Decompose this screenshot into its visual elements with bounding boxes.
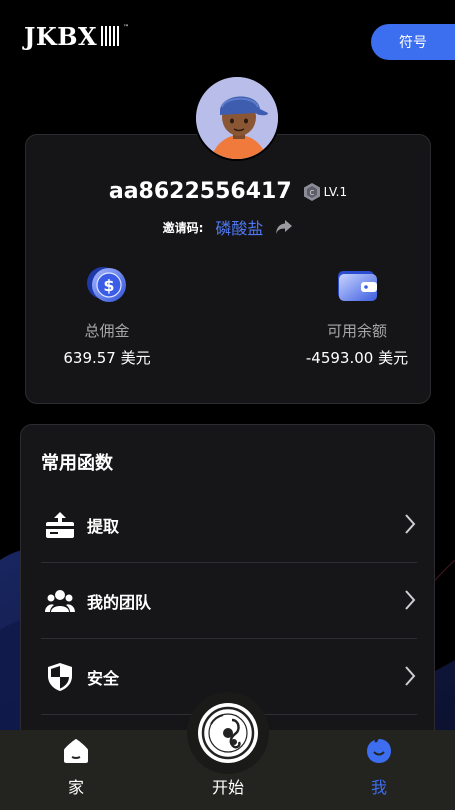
functions-title: 常用函数 [41,453,113,474]
start-label[interactable]: 开始 [187,774,269,798]
brand-logo: JKBX ™ [24,21,130,51]
chevron-right-icon [405,590,416,610]
username: aa8622556417 [108,179,292,204]
home-icon [64,739,88,763]
chevron-right-icon [405,666,416,686]
nav-me[interactable]: 我 [339,730,419,810]
commission-label: 总佣金 [84,322,130,340]
level-hexagon-icon: C [303,182,320,201]
balance-value: -4593.00 美元 [305,349,409,367]
share-icon[interactable] [275,219,293,235]
available-balance: 可用余额 -4593.00 美元 [282,263,432,368]
shield-icon [48,662,72,691]
level-badge: C LV.1 [303,182,348,201]
level-text: LV.1 [323,184,348,199]
withdraw-icon [46,511,74,538]
logo-text: JKBX [24,21,98,51]
symbol-button[interactable]: 符号 [371,24,455,60]
logo-bars-icon [101,26,120,46]
balance-label: 可用余额 [326,322,387,340]
team-icon [45,589,75,612]
profile-face-icon [367,739,391,763]
menu-item-my-team[interactable]: 我的团队 [41,563,417,639]
invite-code[interactable]: 磷酸盐 [215,215,263,239]
nav-me-label: 我 [370,778,387,797]
nav-home-label: 家 [67,778,84,797]
profile-card: aa8622556417 C LV.1 邀请码: 磷酸盐 $ 总佣金 639.5… [25,134,431,404]
wallet-icon [338,271,377,301]
avatar[interactable] [194,75,280,161]
menu-item-label: 安全 [87,668,120,688]
svg-text:C: C [309,189,314,197]
chevron-right-icon [405,514,416,534]
svg-text:$: $ [103,276,114,295]
avatar-illustration-icon [196,77,278,159]
dollar-coin-icon: $ [87,267,126,302]
disc-music-icon [198,703,258,763]
logo-trademark: ™ [123,24,130,31]
nav-home[interactable]: 家 [36,730,116,810]
invite-label: 邀请码: [162,220,204,235]
start-button[interactable] [187,692,269,774]
menu-item-label: 我的团队 [87,592,152,612]
commission-value: 639.57 美元 [63,349,151,367]
menu-item-label: 提取 [87,516,120,536]
total-commission: $ 总佣金 639.57 美元 [32,263,182,368]
menu-item-withdraw[interactable]: 提取 [41,487,417,563]
